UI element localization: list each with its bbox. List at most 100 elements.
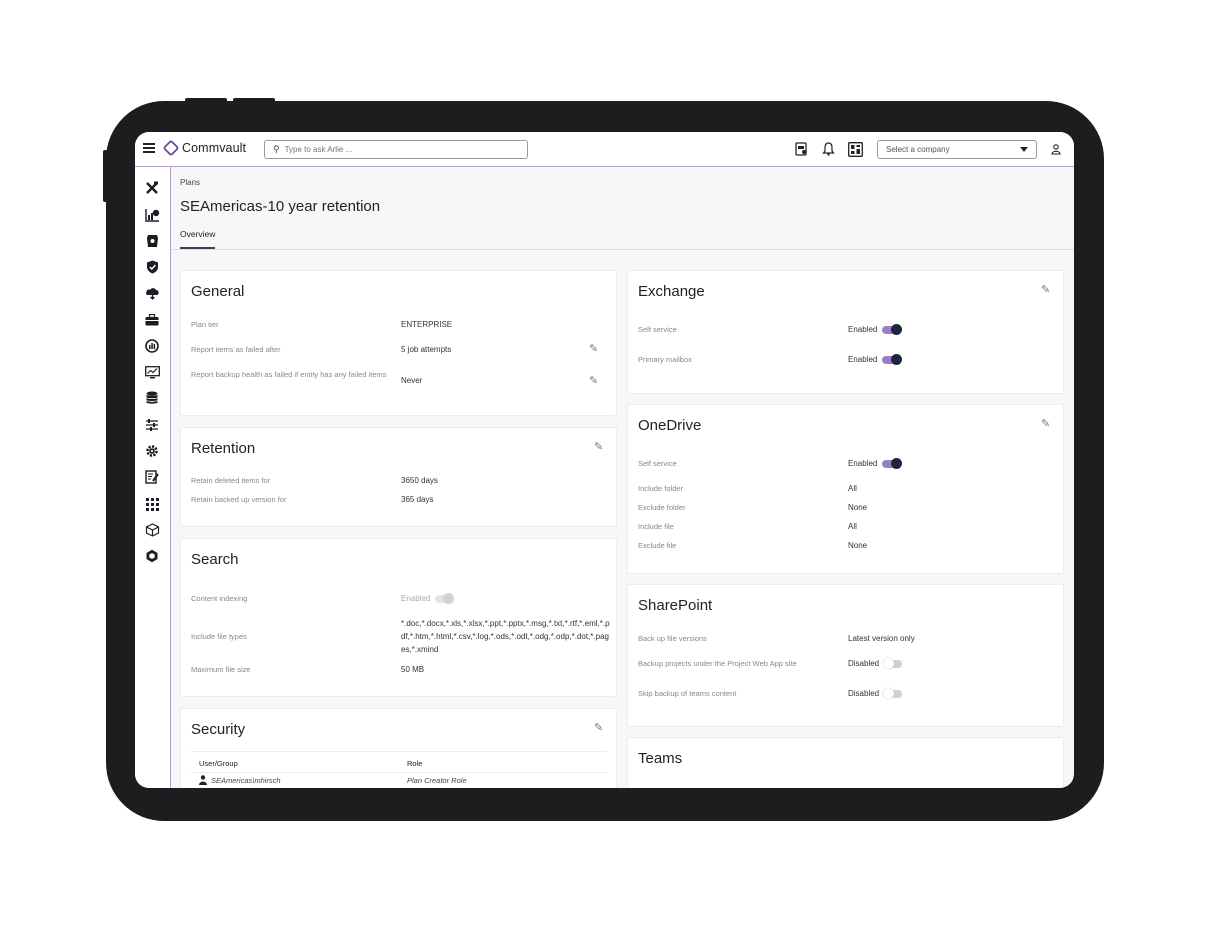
row-label: Include file bbox=[638, 522, 674, 531]
toggle-label: Disabled bbox=[848, 689, 880, 698]
primary-mailbox-toggle[interactable]: Enabled bbox=[848, 353, 903, 366]
exchange-card: Exchange ✎ Self service Enabled Primary … bbox=[627, 270, 1064, 394]
self-service-toggle[interactable]: Enabled bbox=[848, 323, 903, 336]
row-label: Plan tier bbox=[191, 320, 219, 329]
row-label: Retain deleted items for bbox=[191, 476, 271, 485]
police-badge-icon[interactable] bbox=[144, 233, 160, 249]
card-title: SharePoint bbox=[638, 597, 713, 614]
reports-icon[interactable] bbox=[144, 207, 160, 223]
column-header-role[interactable]: Role bbox=[407, 759, 422, 768]
pencil-icon[interactable]: ✎ bbox=[1041, 417, 1050, 430]
retention-card: Retention ✎ Retain deleted items for 365… bbox=[180, 427, 617, 527]
sharepoint-card: SharePoint Back up file versions Latest … bbox=[627, 584, 1064, 727]
row-value: All bbox=[848, 522, 857, 531]
toggle-label: Enabled bbox=[848, 459, 878, 468]
tools-icon[interactable] bbox=[144, 180, 160, 196]
hexagon-icon[interactable] bbox=[144, 548, 160, 564]
monitor-chart-icon[interactable] bbox=[144, 364, 160, 380]
row-value: None bbox=[848, 541, 868, 550]
row-value: 365 days bbox=[401, 495, 434, 504]
row-label: Self service bbox=[638, 325, 677, 334]
header-divider bbox=[171, 249, 1074, 250]
commvault-logo-icon bbox=[162, 139, 180, 157]
app-screen: Commvault ⚲ Select a company bbox=[135, 132, 1074, 788]
row-value: *.doc,*.docx,*.xls,*.xlsx,*.ppt,*.pptx,*… bbox=[401, 619, 610, 654]
row-value: None bbox=[848, 503, 868, 512]
card-title: Teams bbox=[638, 750, 683, 767]
pencil-icon[interactable]: ✎ bbox=[594, 721, 603, 734]
toggle-switch bbox=[435, 592, 455, 604]
search-input[interactable] bbox=[284, 145, 505, 154]
self-service-toggle[interactable]: Enabled bbox=[848, 457, 903, 470]
shield-check-icon[interactable] bbox=[144, 259, 160, 275]
row-label: Skip backup of teams content bbox=[638, 689, 737, 698]
database-icon[interactable] bbox=[144, 390, 160, 406]
row-label: Report backup health as failed if entity… bbox=[191, 370, 387, 379]
content-indexing-toggle: Enabled bbox=[401, 592, 455, 605]
card-title: Security bbox=[191, 721, 246, 738]
settings-gear-icon[interactable] bbox=[144, 443, 160, 459]
row-value: 3650 days bbox=[401, 476, 438, 485]
chevron-down-icon bbox=[1020, 147, 1028, 152]
left-nav bbox=[135, 167, 171, 788]
toggle-label: Enabled bbox=[401, 594, 431, 603]
row-label: Exclude folder bbox=[638, 503, 686, 512]
toggle-switch[interactable] bbox=[882, 353, 903, 365]
security-card: Security ✎ User/Group Role SEAmericas\mh… bbox=[180, 708, 617, 788]
row-value: 5 job attempts bbox=[401, 345, 452, 354]
row-label: Backup projects under the Project Web Ap… bbox=[638, 659, 797, 668]
search-box[interactable]: ⚲ bbox=[264, 140, 528, 159]
row-value: ENTERPRISE bbox=[401, 320, 453, 329]
edit-document-icon[interactable] bbox=[144, 469, 160, 485]
project-web-app-toggle[interactable]: Disabled bbox=[848, 657, 903, 670]
row-value: Latest version only bbox=[848, 634, 915, 643]
card-title: Retention bbox=[191, 440, 256, 457]
bell-icon[interactable] bbox=[820, 141, 836, 157]
person-icon bbox=[199, 775, 207, 787]
breadcrumb[interactable]: Plans bbox=[180, 178, 200, 187]
row-label: Maximum file size bbox=[191, 665, 251, 674]
pencil-icon[interactable]: ✎ bbox=[589, 374, 598, 387]
gauge-icon[interactable] bbox=[144, 338, 160, 354]
row-label: Include file types bbox=[191, 632, 247, 641]
card-title: OneDrive bbox=[638, 417, 702, 434]
brand-name: Commvault bbox=[182, 141, 247, 155]
general-card: General Plan tier ENTERPRISE Report item… bbox=[180, 270, 617, 416]
toggle-switch[interactable] bbox=[883, 687, 903, 699]
toggle-switch[interactable] bbox=[882, 323, 903, 335]
toggle-switch[interactable] bbox=[882, 457, 903, 469]
brand-logo[interactable]: Commvault bbox=[162, 139, 247, 157]
toggle-switch[interactable] bbox=[883, 657, 903, 669]
report-icon[interactable] bbox=[793, 141, 809, 157]
pencil-icon[interactable]: ✎ bbox=[1041, 283, 1050, 296]
row-label: Back up file versions bbox=[638, 634, 707, 643]
tab-overview[interactable]: Overview bbox=[180, 229, 216, 249]
pencil-icon[interactable]: ✎ bbox=[594, 440, 603, 453]
apps-grid-icon[interactable] bbox=[144, 496, 160, 512]
row-label: Include folder bbox=[638, 484, 684, 493]
search-settings-card: Search Content indexing Enabled Include … bbox=[180, 538, 617, 697]
user-icon[interactable] bbox=[1048, 141, 1064, 157]
toggle-label: Enabled bbox=[848, 325, 878, 334]
security-table-header: User/Group Role bbox=[191, 751, 607, 773]
dashboard-icon[interactable] bbox=[847, 141, 863, 157]
sliders-icon[interactable] bbox=[144, 417, 160, 433]
briefcase-icon[interactable] bbox=[144, 312, 160, 328]
row-value: 50 MB bbox=[401, 665, 425, 674]
top-bar: Commvault ⚲ Select a company bbox=[135, 132, 1074, 167]
row-value: Never bbox=[401, 376, 423, 385]
column-header-user-group[interactable]: User/Group bbox=[199, 759, 238, 768]
teams-card: Teams bbox=[627, 737, 1064, 788]
menu-icon[interactable] bbox=[143, 143, 155, 153]
row-label: Report items as failed after bbox=[191, 345, 281, 354]
row-value: All bbox=[848, 484, 857, 493]
cloud-backup-icon[interactable] bbox=[144, 285, 160, 301]
toggle-label: Disabled bbox=[848, 659, 880, 668]
row-label: Exclude file bbox=[638, 541, 677, 550]
package-icon[interactable] bbox=[144, 522, 160, 538]
user-group-cell: SEAmericas\mhirsch bbox=[211, 776, 281, 785]
pencil-icon[interactable]: ✎ bbox=[589, 342, 598, 355]
company-select[interactable]: Select a company bbox=[877, 140, 1037, 159]
skip-teams-content-toggle[interactable]: Disabled bbox=[848, 687, 903, 700]
toggle-label: Enabled bbox=[848, 355, 878, 364]
